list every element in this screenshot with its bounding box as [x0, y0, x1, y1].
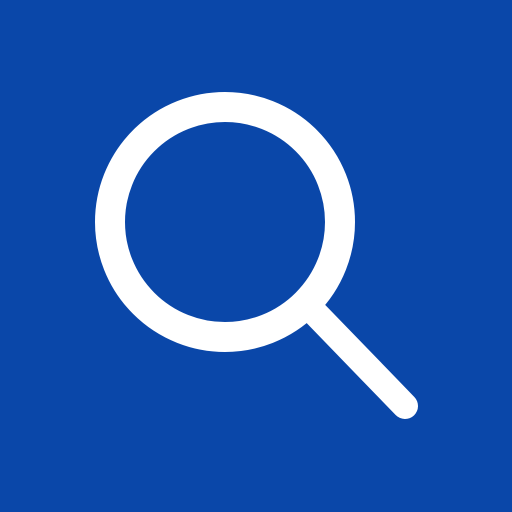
search-icon	[95, 92, 418, 419]
search-icon-handle	[301, 299, 418, 419]
search-button[interactable]	[0, 0, 512, 512]
